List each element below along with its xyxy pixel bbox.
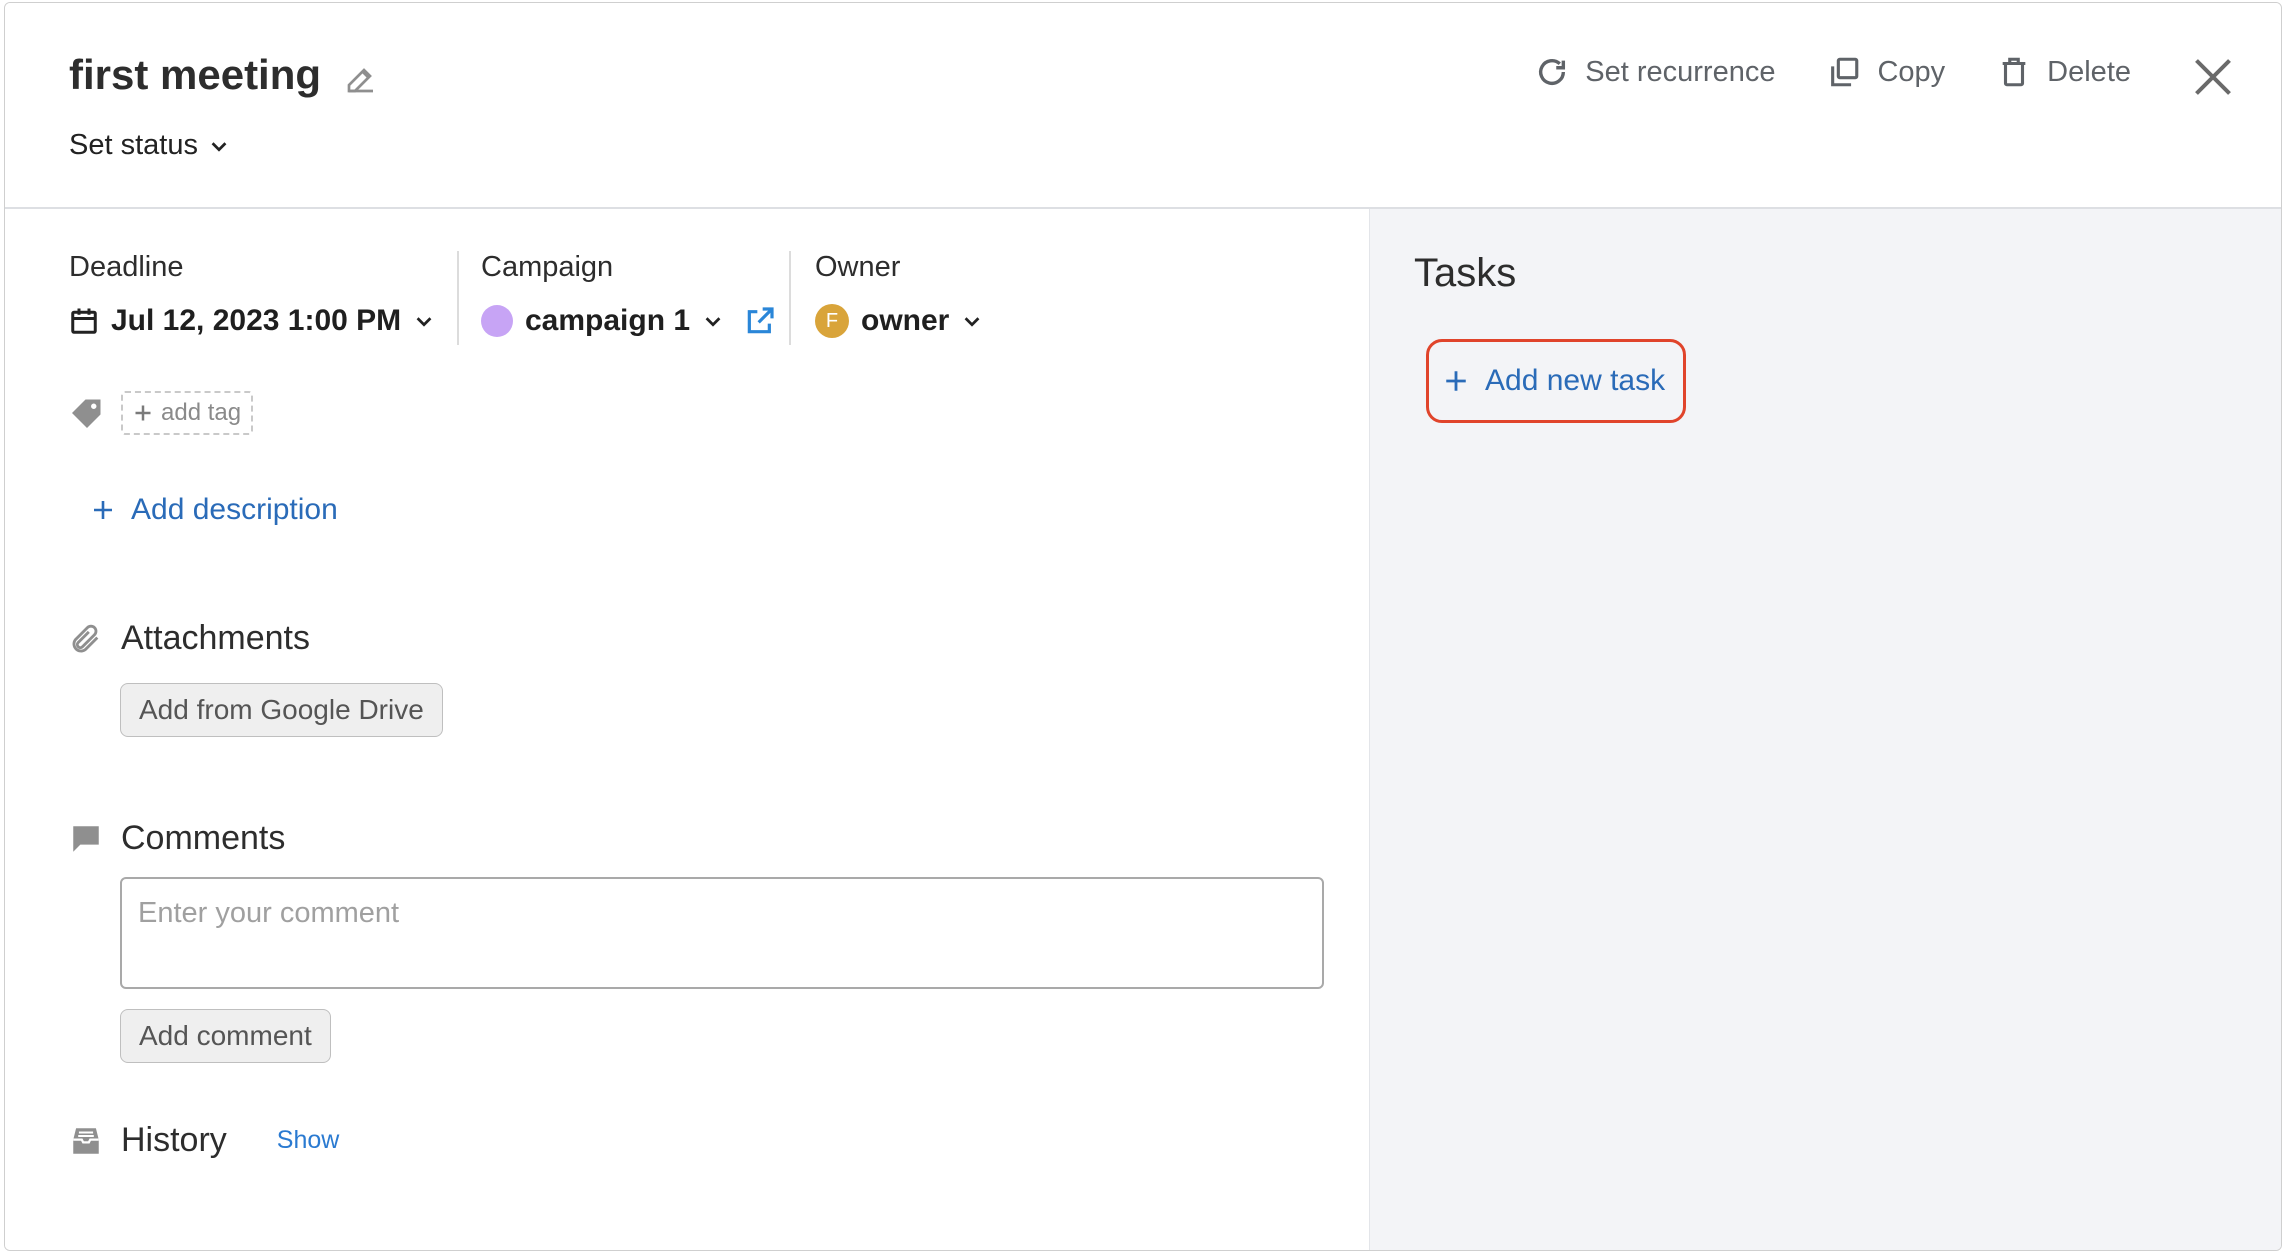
comments-title: Comments (121, 819, 286, 857)
chevron-down-icon (964, 317, 980, 327)
deadline-label: Deadline (69, 251, 184, 283)
history-show-link[interactable]: Show (277, 1126, 340, 1155)
campaign-value[interactable]: campaign 1 (525, 304, 690, 338)
campaign-color-dot (481, 305, 513, 337)
page-title[interactable]: first meeting (69, 51, 321, 99)
chevron-down-icon[interactable] (702, 310, 724, 332)
add-tag-button[interactable]: add tag (121, 391, 254, 435)
copy-icon (1831, 57, 1859, 87)
chevron-down-icon (416, 317, 432, 327)
comment-icon (73, 825, 99, 852)
header-actions: Set recurrence Copy Delete (1483, 55, 2131, 89)
campaign-label: Campaign (481, 251, 614, 283)
divider (789, 251, 791, 345)
chevron-down-icon (211, 141, 227, 152)
owner-dropdown[interactable]: F owner (815, 304, 983, 338)
delete-label: Delete (2047, 55, 2131, 88)
add-description-button[interactable]: Add description (91, 493, 338, 527)
tag-icon (72, 399, 101, 428)
attachments-title: Attachments (121, 619, 310, 657)
campaign-row: campaign 1 (481, 304, 776, 338)
set-recurrence-button[interactable]: Set recurrence (1535, 55, 1775, 89)
add-new-task-button[interactable]: Add new task (1426, 339, 1686, 423)
delete-button[interactable]: Delete (1997, 55, 2131, 89)
paperclip-icon (72, 624, 99, 652)
comment-input[interactable] (120, 877, 1324, 989)
refresh-icon (1539, 58, 1566, 85)
external-link-icon[interactable] (744, 305, 776, 337)
add-description-label: Add description (131, 493, 338, 526)
history-header: History Show (69, 1121, 339, 1160)
add-new-task-label: Add new task (1485, 364, 1666, 397)
plus-icon (94, 501, 112, 519)
owner-field: Owner F owner (815, 251, 983, 338)
campaign-field: Campaign campaign 1 (481, 251, 776, 338)
attachments-header: Attachments (69, 619, 310, 658)
set-recurrence-label: Set recurrence (1585, 55, 1776, 88)
details-panel: Deadline Jul 12, 2023 1:00 PM Campaign c… (5, 209, 1369, 1250)
add-from-google-drive-button[interactable]: Add from Google Drive (120, 683, 443, 737)
modal-header: first meeting Set status Set recurrence … (5, 3, 2281, 209)
deadline-picker[interactable]: Jul 12, 2023 1:00 PM (69, 304, 435, 338)
set-status-label: Set status (69, 129, 198, 161)
plus-icon (1446, 371, 1466, 391)
avatar: F (815, 304, 849, 338)
divider (457, 251, 459, 345)
tasks-panel: Tasks Add new task (1369, 209, 2281, 1250)
add-tag-label: add tag (161, 399, 242, 426)
pencil-icon[interactable] (343, 61, 379, 97)
set-status-dropdown[interactable]: Set status (69, 129, 230, 162)
trash-icon (2002, 57, 2026, 87)
copy-button[interactable]: Copy (1827, 55, 1945, 89)
archive-icon (73, 1127, 99, 1154)
deadline-field: Deadline Jul 12, 2023 1:00 PM (69, 251, 435, 338)
tasks-title: Tasks (1414, 251, 1517, 295)
calendar-icon (71, 308, 97, 334)
comments-header: Comments (69, 819, 285, 858)
close-icon[interactable] (2191, 55, 2235, 99)
plus-icon (135, 405, 151, 421)
history-title: History (121, 1121, 227, 1159)
add-comment-button[interactable]: Add comment (120, 1009, 331, 1063)
task-modal: first meeting Set status Set recurrence … (4, 2, 2282, 1251)
owner-value: owner (861, 304, 950, 337)
tag-row: add tag (69, 391, 254, 435)
deadline-value: Jul 12, 2023 1:00 PM (111, 304, 402, 337)
owner-label: Owner (815, 251, 901, 283)
copy-label: Copy (1877, 55, 1946, 88)
